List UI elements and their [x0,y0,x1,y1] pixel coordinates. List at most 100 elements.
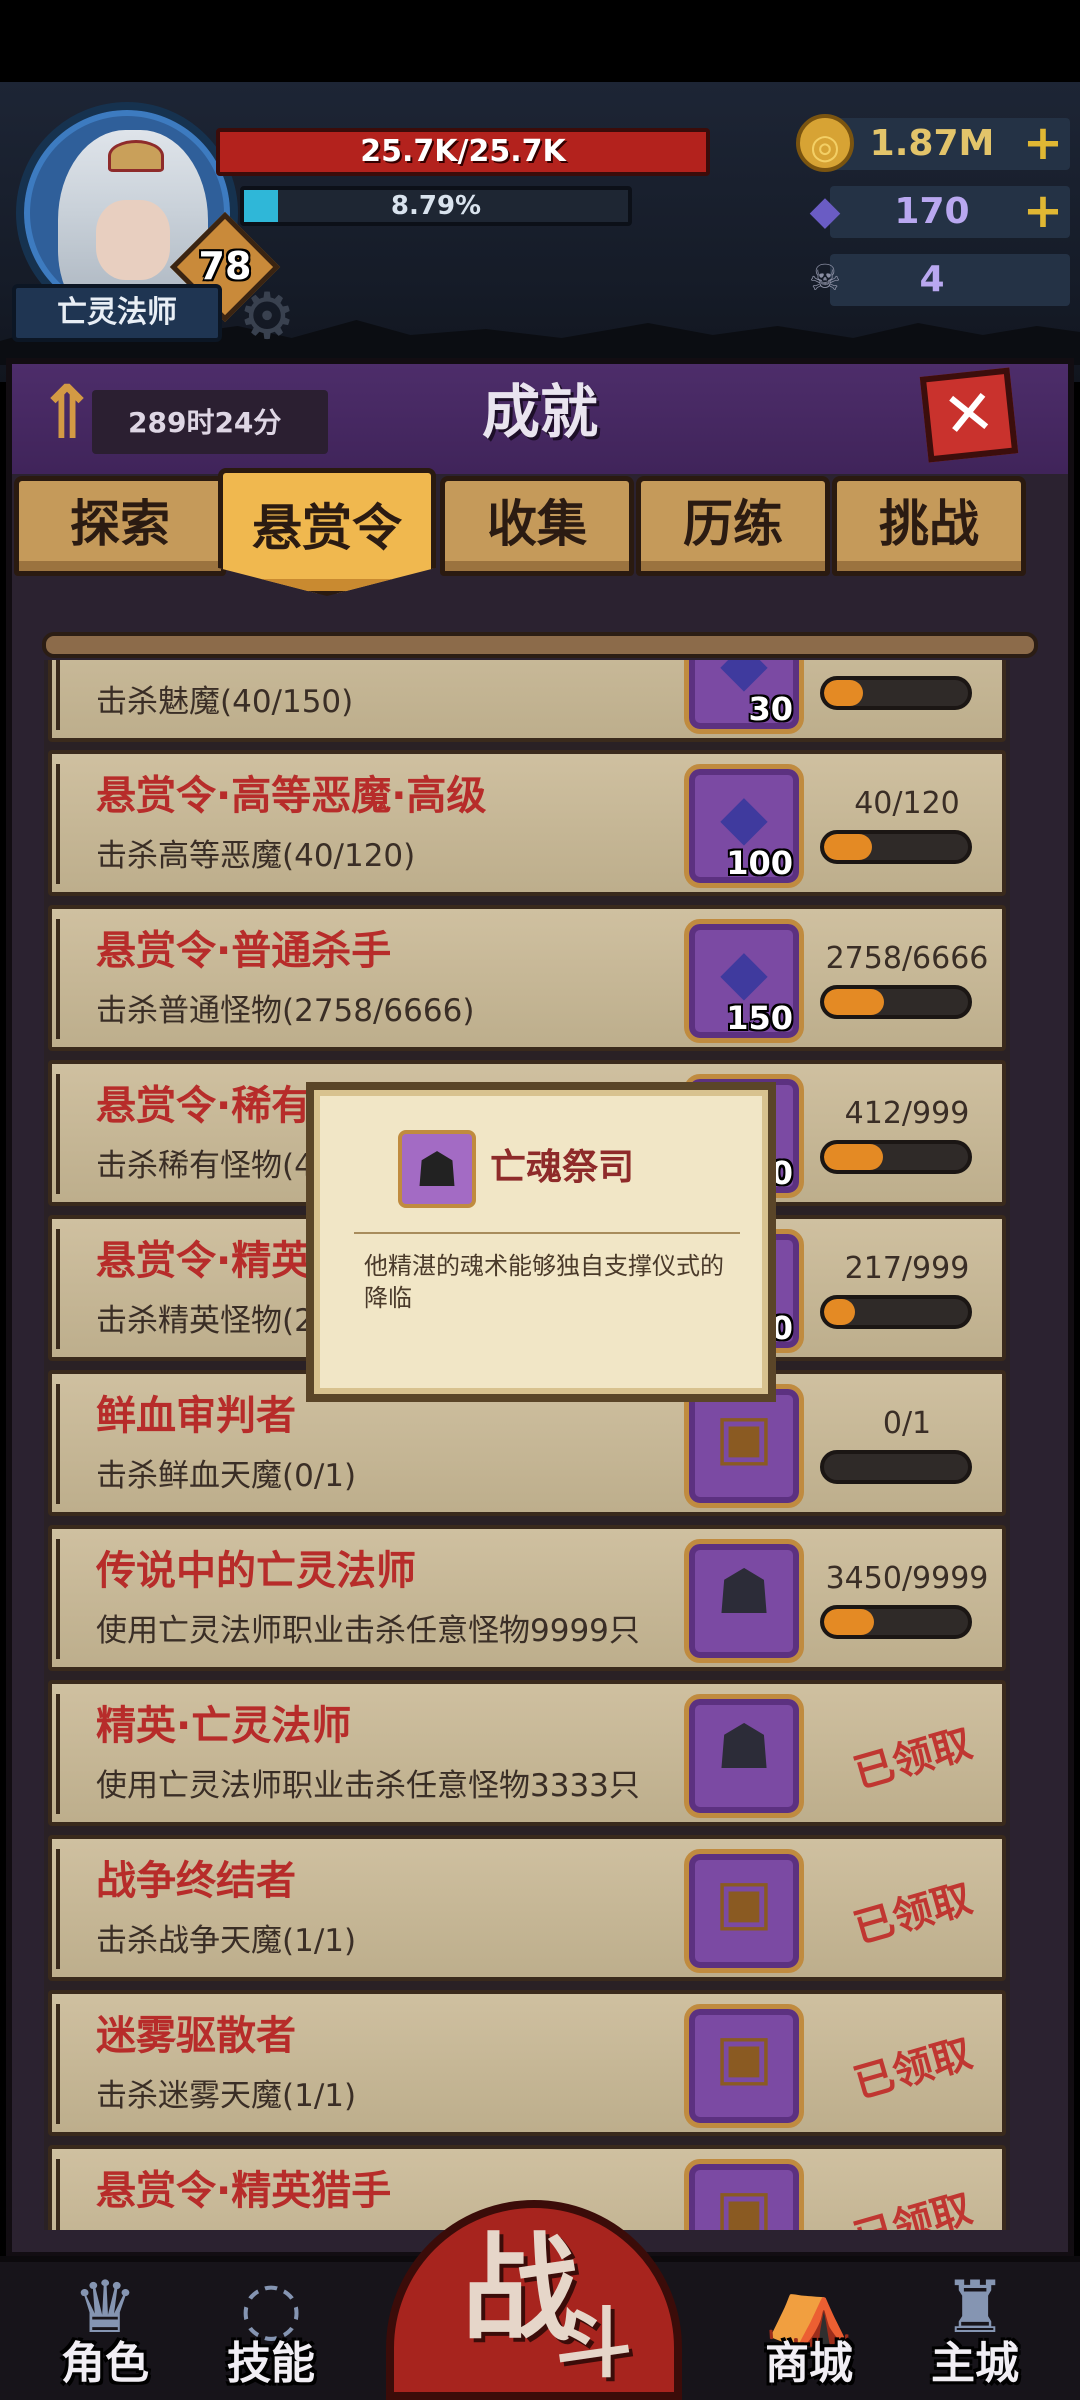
achievement-title: 悬赏令·精英猎手 [96,2168,392,2214]
progress-label: 3450/9999 [825,1561,989,1596]
tab-challenge[interactable]: 挑战 [832,476,1026,576]
nav-shop[interactable]: ⛺ 商城 [744,2262,874,2400]
achievement-desc: 使用亡灵法师职业击杀任意怪物9999只 [96,1613,640,1649]
token-value: 4 [919,259,945,300]
progress-label: 40/120 [854,786,960,821]
progress-label: 0/1 [882,1406,932,1441]
hero-portrait-icon: ☗ [716,1710,772,1783]
ram-skull-icon: ☠ [808,258,842,299]
nav-shop-label: 商城 [765,2338,853,2389]
progress-label: 217/999 [844,1251,970,1286]
achievement-title: 精英·亡灵法师 [96,1703,352,1749]
hero-portrait-icon: ☗ [398,1130,476,1208]
list-item: 悬赏令·高等恶魔·高级 击杀高等恶魔(40/120) ◆ 100 40/120 [48,750,1006,896]
list-item: 战争终结者 击杀战争天魔(1/1) ▣ 已领取 [48,1835,1006,1981]
reward-count: 150 [726,999,793,1037]
reward-slot[interactable]: ◆ 100 [684,764,804,888]
reward-slot[interactable]: ▣ [684,2004,804,2128]
rank-up-arrow-icon: ⇑ [35,370,98,456]
gold-value: 1.87M [869,123,995,164]
progress-bar [820,1295,972,1329]
progress-label: 2758/6666 [825,941,989,976]
tooltip-desc: 他精湛的魂术能够独自支撑仪式的降临 [364,1252,724,1312]
reward-slot[interactable]: ◆ 150 [684,919,804,1043]
reward-slot[interactable]: ☗ [684,1539,804,1663]
claimed-stamp: 已领取 [848,1720,978,1798]
tooltip-divider [354,1232,740,1234]
scroll-rod [42,632,1038,658]
gold-coin-icon: ◎ [796,114,854,172]
list-item: 悬赏令·普通杀手 击杀普通怪物(2758/6666) ◆ 150 2758/666… [48,905,1006,1051]
hp-bar: 25.7K/25.7K [216,128,710,176]
achievement-desc: 击杀普通怪物(2758/6666) [96,993,475,1029]
progress-bar [820,676,972,710]
claimed-stamp: 已领取 [848,1875,978,1953]
xp-text: 8.79% [390,191,482,221]
nav-city-label: 主城 [931,2338,1019,2389]
chest-icon: ▣ [714,1400,774,1473]
progress-bar [820,830,972,864]
progress-fill [824,834,872,860]
achievement-title: 战争终结者 [96,1858,296,1904]
season-timer: ⇑ 289时24分 [22,368,328,462]
gem-counter: ◆ 170 + [790,180,1080,242]
timer-text: 289时24分 [128,406,282,439]
chest-icon: ▣ [714,2020,774,2093]
tab-collect[interactable]: 收集 [440,476,634,576]
nav-city[interactable]: ♜ 主城 [910,2262,1040,2400]
token-counter: ☠ 4 [790,248,1080,310]
battle-label-2: 斗 [556,2299,632,2388]
list-item: 精英·亡灵法师 使用亡灵法师职业击杀任意怪物3333只 ☗ 已领取 [48,1680,1006,1826]
achievement-desc: 使用亡灵法师职业击杀任意怪物3333只 [96,1768,640,1804]
nav-role-label: 角色 [61,2338,149,2389]
add-gold-button[interactable]: + [1018,118,1068,170]
tab-explore[interactable]: 探索 [14,476,226,576]
achievement-title: 迷雾驱散者 [96,2013,296,2059]
settings-gear-icon[interactable]: ⚙ [232,282,302,352]
achievement-title: 传说中的亡灵法师 [96,1548,416,1594]
progress-bar [820,1605,972,1639]
progress-fill [824,1144,884,1170]
tooltip-name: 亡魂祭司 [490,1147,635,1188]
reward-slot[interactable]: ▣ [684,1384,804,1508]
achievement-desc: 击杀战争天魔(1/1) [96,1923,357,1959]
achievement-desc: 击杀迷雾天魔(1/1) [96,2078,357,2114]
chest-icon: ▣ [714,1865,774,1938]
progress-label: 412/999 [844,1096,970,1131]
gold-counter: ◎ 1.87M + [790,112,1080,174]
achievement-desc: 击杀高等恶魔(40/120) [96,838,416,874]
list-item: 迷雾驱散者 击杀迷雾天魔(1/1) ▣ 已领取 [48,1990,1006,2136]
progress-bar [820,985,972,1019]
reward-count: 30 [748,690,793,728]
close-button[interactable]: ✕ [919,367,1019,463]
nav-skills-label: 技能 [227,2338,315,2389]
hero-portrait-icon: ☗ [716,1555,772,1628]
progress-fill [824,1609,874,1635]
class-name: 亡灵法师 [12,284,222,342]
page-title: 成就 [481,378,598,446]
claimed-stamp: 已领取 [848,2030,978,2108]
progress-bar [820,1140,972,1174]
reward-slot[interactable]: ▣ [684,2159,804,2230]
reward-tooltip: ☗ 亡魂祭司 他精湛的魂术能够独自支撑仪式的降临 [306,1082,776,1402]
nav-role[interactable]: ♛ 角色 [40,2262,170,2400]
reward-slot[interactable]: ▣ [684,1849,804,1973]
progress-label [812,660,1002,670]
list-item: 击杀魅魔(40/150) ◆ 30 [48,660,1006,742]
list-item: 传说中的亡灵法师 使用亡灵法师职业击杀任意怪物9999只 ☗ 3450/9999 [48,1525,1006,1671]
nav-skills[interactable]: ◌ 技能 [206,2262,336,2400]
progress-fill [824,680,863,706]
reward-slot[interactable]: ☗ [684,1694,804,1818]
progress-fill [824,989,884,1015]
add-gem-button[interactable]: + [1018,186,1068,238]
gem-icon: ◆ [809,188,841,234]
progress-bar [820,1450,972,1484]
achievement-list[interactable]: 击杀魅魔(40/150) ◆ 30 悬赏令·高等恶魔·高级 击杀高等恶魔(40/1… [44,660,1010,2230]
achievement-desc: 击杀鲜血天魔(0/1) [96,1458,357,1494]
gem-value: 170 [894,191,970,232]
tab-training[interactable]: 历练 [636,476,830,576]
reward-count: 100 [726,844,793,882]
reward-slot[interactable]: ◆ 30 [684,660,804,734]
claimed-stamp: 已领取 [848,2185,978,2230]
achievement-title: 悬赏令·普通杀手 [96,928,392,974]
